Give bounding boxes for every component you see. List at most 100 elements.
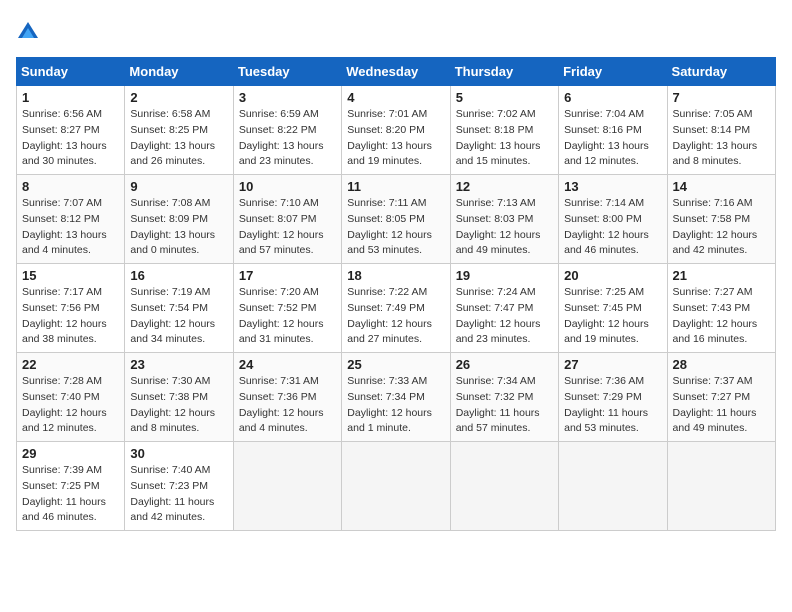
calendar-cell: 13 Sunrise: 7:14 AMSunset: 8:00 PMDayligh…: [559, 175, 667, 264]
calendar-cell: 15 Sunrise: 7:17 AMSunset: 7:56 PMDayligh…: [17, 264, 125, 353]
calendar-cell: 27 Sunrise: 7:36 AMSunset: 7:29 PMDayligh…: [559, 353, 667, 442]
calendar-cell: [559, 442, 667, 531]
day-number: 27: [564, 357, 661, 372]
calendar-cell: [342, 442, 450, 531]
day-number: 7: [673, 90, 770, 105]
day-number: 18: [347, 268, 444, 283]
day-detail: Sunrise: 7:24 AMSunset: 7:47 PMDaylight:…: [456, 285, 553, 348]
day-detail: Sunrise: 7:14 AMSunset: 8:00 PMDaylight:…: [564, 196, 661, 259]
calendar-cell: 7 Sunrise: 7:05 AMSunset: 8:14 PMDaylight…: [667, 86, 775, 175]
calendar-week-row: 29 Sunrise: 7:39 AMSunset: 7:25 PMDayligh…: [17, 442, 776, 531]
day-number: 13: [564, 179, 661, 194]
day-number: 11: [347, 179, 444, 194]
calendar-cell: 6 Sunrise: 7:04 AMSunset: 8:16 PMDaylight…: [559, 86, 667, 175]
day-detail: Sunrise: 7:27 AMSunset: 7:43 PMDaylight:…: [673, 285, 770, 348]
day-number: 25: [347, 357, 444, 372]
page-header: [16, 16, 776, 45]
day-number: 26: [456, 357, 553, 372]
day-number: 8: [22, 179, 119, 194]
day-detail: Sunrise: 6:58 AMSunset: 8:25 PMDaylight:…: [130, 107, 227, 170]
logo-icon: [18, 20, 38, 40]
day-detail: Sunrise: 7:05 AMSunset: 8:14 PMDaylight:…: [673, 107, 770, 170]
calendar-cell: 25 Sunrise: 7:33 AMSunset: 7:34 PMDayligh…: [342, 353, 450, 442]
day-detail: Sunrise: 7:39 AMSunset: 7:25 PMDaylight:…: [22, 463, 119, 526]
day-number: 4: [347, 90, 444, 105]
day-number: 19: [456, 268, 553, 283]
day-number: 20: [564, 268, 661, 283]
day-detail: Sunrise: 7:19 AMSunset: 7:54 PMDaylight:…: [130, 285, 227, 348]
day-number: 21: [673, 268, 770, 283]
calendar-cell: 30 Sunrise: 7:40 AMSunset: 7:23 PMDayligh…: [125, 442, 233, 531]
day-detail: Sunrise: 7:17 AMSunset: 7:56 PMDaylight:…: [22, 285, 119, 348]
day-detail: Sunrise: 7:30 AMSunset: 7:38 PMDaylight:…: [130, 374, 227, 437]
day-detail: Sunrise: 6:59 AMSunset: 8:22 PMDaylight:…: [239, 107, 336, 170]
day-detail: Sunrise: 7:36 AMSunset: 7:29 PMDaylight:…: [564, 374, 661, 437]
calendar-body: 1 Sunrise: 6:56 AMSunset: 8:27 PMDaylight…: [17, 86, 776, 531]
weekday-header-row: SundayMondayTuesdayWednesdayThursdayFrid…: [17, 58, 776, 86]
day-number: 5: [456, 90, 553, 105]
day-detail: Sunrise: 7:10 AMSunset: 8:07 PMDaylight:…: [239, 196, 336, 259]
day-number: 29: [22, 446, 119, 461]
day-detail: Sunrise: 6:56 AMSunset: 8:27 PMDaylight:…: [22, 107, 119, 170]
day-number: 15: [22, 268, 119, 283]
calendar-cell: 24 Sunrise: 7:31 AMSunset: 7:36 PMDayligh…: [233, 353, 341, 442]
day-detail: Sunrise: 7:02 AMSunset: 8:18 PMDaylight:…: [456, 107, 553, 170]
calendar-cell: 2Sunrise: 6:58 AMSunset: 8:25 PMDaylight…: [125, 86, 233, 175]
calendar-table: SundayMondayTuesdayWednesdayThursdayFrid…: [16, 57, 776, 531]
calendar-cell: 16 Sunrise: 7:19 AMSunset: 7:54 PMDayligh…: [125, 264, 233, 353]
weekday-header-thursday: Thursday: [450, 58, 558, 86]
calendar-cell: [450, 442, 558, 531]
day-number: 14: [673, 179, 770, 194]
day-detail: Sunrise: 7:37 AMSunset: 7:27 PMDaylight:…: [673, 374, 770, 437]
day-detail: Sunrise: 7:13 AMSunset: 8:03 PMDaylight:…: [456, 196, 553, 259]
day-number: 17: [239, 268, 336, 283]
calendar-cell: 8Sunrise: 7:07 AMSunset: 8:12 PMDaylight…: [17, 175, 125, 264]
calendar-cell: 28 Sunrise: 7:37 AMSunset: 7:27 PMDayligh…: [667, 353, 775, 442]
calendar-cell: 14 Sunrise: 7:16 AMSunset: 7:58 PMDayligh…: [667, 175, 775, 264]
day-number: 30: [130, 446, 227, 461]
calendar-cell: 22Sunrise: 7:28 AMSunset: 7:40 PMDayligh…: [17, 353, 125, 442]
day-detail: Sunrise: 7:40 AMSunset: 7:23 PMDaylight:…: [130, 463, 227, 526]
weekday-header-wednesday: Wednesday: [342, 58, 450, 86]
calendar-cell: 3 Sunrise: 6:59 AMSunset: 8:22 PMDaylight…: [233, 86, 341, 175]
calendar-cell: 29 Sunrise: 7:39 AMSunset: 7:25 PMDayligh…: [17, 442, 125, 531]
calendar-week-row: 8Sunrise: 7:07 AMSunset: 8:12 PMDaylight…: [17, 175, 776, 264]
day-detail: Sunrise: 7:20 AMSunset: 7:52 PMDaylight:…: [239, 285, 336, 348]
day-number: 3: [239, 90, 336, 105]
logo: [16, 20, 38, 45]
calendar-cell: 26 Sunrise: 7:34 AMSunset: 7:32 PMDayligh…: [450, 353, 558, 442]
day-number: 22: [22, 357, 119, 372]
day-detail: Sunrise: 7:34 AMSunset: 7:32 PMDaylight:…: [456, 374, 553, 437]
day-detail: Sunrise: 7:31 AMSunset: 7:36 PMDaylight:…: [239, 374, 336, 437]
calendar-week-row: 15 Sunrise: 7:17 AMSunset: 7:56 PMDayligh…: [17, 264, 776, 353]
day-detail: Sunrise: 7:16 AMSunset: 7:58 PMDaylight:…: [673, 196, 770, 259]
day-detail: Sunrise: 7:04 AMSunset: 8:16 PMDaylight:…: [564, 107, 661, 170]
day-number: 10: [239, 179, 336, 194]
calendar-cell: 20 Sunrise: 7:25 AMSunset: 7:45 PMDayligh…: [559, 264, 667, 353]
day-number: 24: [239, 357, 336, 372]
calendar-cell: [233, 442, 341, 531]
day-number: 23: [130, 357, 227, 372]
calendar-cell: 21 Sunrise: 7:27 AMSunset: 7:43 PMDayligh…: [667, 264, 775, 353]
day-detail: Sunrise: 7:22 AMSunset: 7:49 PMDaylight:…: [347, 285, 444, 348]
calendar-cell: 18 Sunrise: 7:22 AMSunset: 7:49 PMDayligh…: [342, 264, 450, 353]
calendar-cell: 23 Sunrise: 7:30 AMSunset: 7:38 PMDayligh…: [125, 353, 233, 442]
day-detail: Sunrise: 7:25 AMSunset: 7:45 PMDaylight:…: [564, 285, 661, 348]
day-detail: Sunrise: 7:33 AMSunset: 7:34 PMDaylight:…: [347, 374, 444, 437]
weekday-header-monday: Monday: [125, 58, 233, 86]
calendar-cell: 11Sunrise: 7:11 AMSunset: 8:05 PMDayligh…: [342, 175, 450, 264]
calendar-cell: 5 Sunrise: 7:02 AMSunset: 8:18 PMDaylight…: [450, 86, 558, 175]
calendar-cell: 4Sunrise: 7:01 AMSunset: 8:20 PMDaylight…: [342, 86, 450, 175]
day-number: 1: [22, 90, 119, 105]
calendar-header: SundayMondayTuesdayWednesdayThursdayFrid…: [17, 58, 776, 86]
calendar-week-row: 22Sunrise: 7:28 AMSunset: 7:40 PMDayligh…: [17, 353, 776, 442]
day-number: 6: [564, 90, 661, 105]
calendar-cell: 9 Sunrise: 7:08 AMSunset: 8:09 PMDaylight…: [125, 175, 233, 264]
calendar-cell: [667, 442, 775, 531]
day-detail: Sunrise: 7:08 AMSunset: 8:09 PMDaylight:…: [130, 196, 227, 259]
weekday-header-saturday: Saturday: [667, 58, 775, 86]
calendar-week-row: 1 Sunrise: 6:56 AMSunset: 8:27 PMDaylight…: [17, 86, 776, 175]
day-number: 28: [673, 357, 770, 372]
day-number: 9: [130, 179, 227, 194]
day-number: 16: [130, 268, 227, 283]
